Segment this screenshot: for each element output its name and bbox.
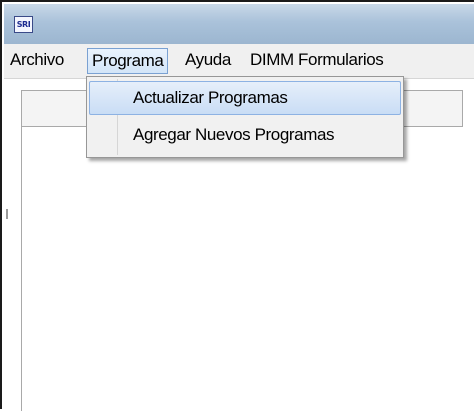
application-window: SRI Archivo Programa Ayuda DIMM Formular… — [0, 0, 474, 411]
menu-dimm-formularios[interactable]: DIMM Formularios — [250, 48, 384, 74]
title-bar[interactable]: SRI — [4, 4, 474, 44]
menu-item-agregar-nuevos-programas[interactable]: Agregar Nuevos Programas — [89, 118, 401, 152]
workspace-border — [21, 125, 22, 411]
menu-archivo[interactable]: Archivo — [10, 48, 64, 74]
app-logo-icon[interactable]: SRI — [14, 16, 33, 33]
menu-ayuda[interactable]: Ayuda — [185, 48, 231, 74]
splitter-handle[interactable] — [6, 209, 8, 219]
menu-programa[interactable]: Programa — [87, 48, 169, 74]
menu-bar: Archivo Programa Ayuda DIMM Formularios — [4, 44, 474, 79]
programa-dropdown-menu: Actualizar Programas Agregar Nuevos Prog… — [86, 76, 404, 158]
menu-item-actualizar-programas[interactable]: Actualizar Programas — [89, 81, 401, 115]
